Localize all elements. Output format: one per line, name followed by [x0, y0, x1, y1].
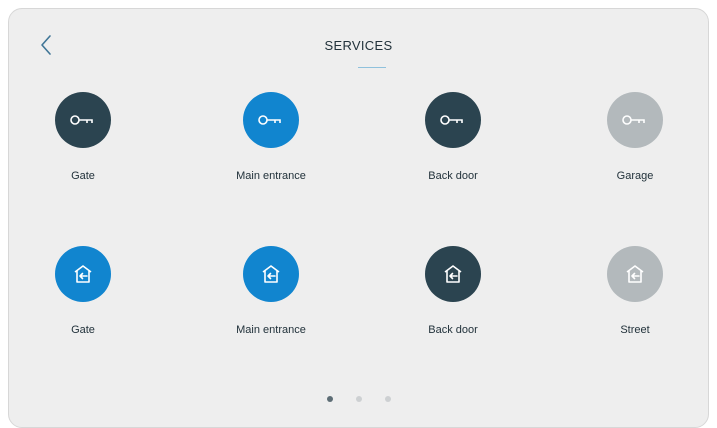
home-enter-icon	[262, 265, 280, 283]
service-button[interactable]	[425, 92, 481, 148]
home-enter-icon	[444, 265, 462, 283]
service-button[interactable]	[425, 246, 481, 302]
service-label: Back door	[428, 170, 478, 182]
page-dot[interactable]	[355, 396, 362, 402]
page-dot[interactable]	[384, 396, 391, 402]
service-label: Garage	[616, 170, 654, 182]
service-button[interactable]	[607, 92, 663, 148]
service-label: Gate	[71, 170, 95, 182]
service-button[interactable]	[55, 92, 111, 148]
service-label: Back door	[428, 324, 478, 336]
service-tile-back-door-key[interactable]: Back door	[378, 92, 528, 192]
service-button[interactable]	[607, 246, 663, 302]
service-tile-garage-key[interactable]: Garage	[560, 92, 710, 192]
home-enter-icon	[74, 265, 92, 283]
services-panel: SERVICES	[8, 8, 709, 428]
service-label: Street	[620, 324, 650, 336]
pagination	[0, 396, 717, 402]
service-tile-main-entrance-key[interactable]: Main entrance	[196, 92, 346, 192]
service-button[interactable]	[243, 92, 299, 148]
service-label: Gate	[71, 324, 95, 336]
service-tile-gate-key[interactable]: Gate	[8, 92, 158, 192]
home-enter-icon	[626, 265, 644, 283]
service-tile-main-entrance-enter[interactable]: Main entrance	[196, 246, 346, 346]
key-icon	[70, 115, 93, 125]
title-underline	[358, 67, 386, 68]
service-button[interactable]	[243, 246, 299, 302]
service-label: Main entrance	[236, 170, 306, 182]
service-button[interactable]	[55, 246, 111, 302]
key-icon	[622, 115, 645, 125]
page-title: SERVICES	[324, 38, 393, 53]
key-icon	[258, 115, 281, 125]
key-icon	[440, 115, 463, 125]
service-label: Main entrance	[236, 324, 306, 336]
service-tile-gate-enter[interactable]: Gate	[8, 246, 158, 346]
service-tile-street-enter[interactable]: Street	[560, 246, 710, 346]
service-tile-back-door-enter[interactable]: Back door	[378, 246, 528, 346]
page-dot-active[interactable]	[326, 396, 333, 402]
